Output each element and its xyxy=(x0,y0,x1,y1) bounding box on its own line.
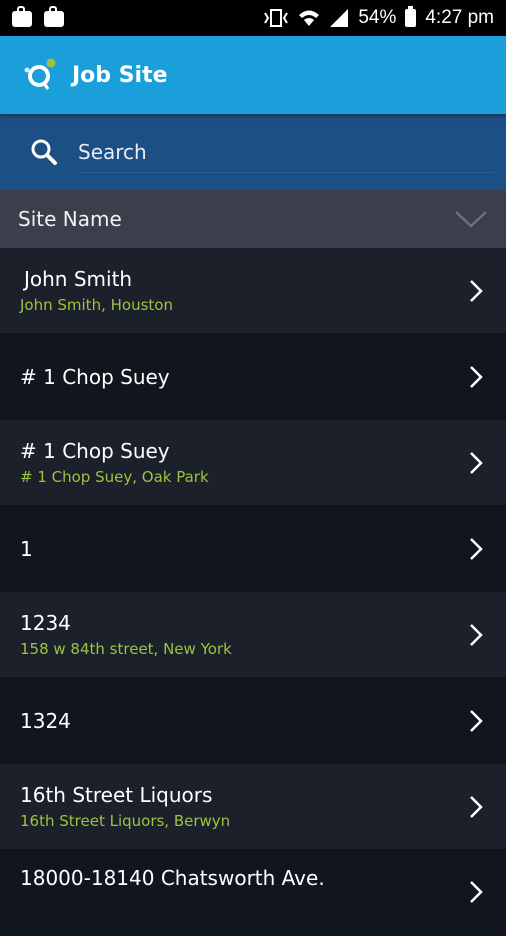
list-item[interactable]: 16th Street Liquors 16th Street Liquors,… xyxy=(0,764,506,850)
page-title: Job Site xyxy=(72,62,168,88)
list-item[interactable]: 1 xyxy=(0,506,506,592)
sort-bar[interactable]: Site Name xyxy=(0,190,506,248)
site-name: 1 xyxy=(20,536,33,561)
chevron-right-icon xyxy=(470,279,483,302)
notification-icons xyxy=(12,6,64,27)
site-address: 158 w 84th street, New York xyxy=(20,640,232,658)
search-input[interactable] xyxy=(78,131,494,173)
vibrate-icon xyxy=(264,9,289,27)
briefcase-icon xyxy=(12,6,32,27)
chevron-right-icon xyxy=(470,451,483,474)
site-name: 1324 xyxy=(20,708,71,733)
chevron-right-icon xyxy=(470,365,483,388)
status-bar: 54% 4:27 pm xyxy=(0,0,506,36)
list-item[interactable]: 18000-18140 Chatsworth Ave. xyxy=(0,850,506,936)
site-address: 16th Street Liquors, Berwyn xyxy=(20,812,231,830)
chevron-right-icon xyxy=(470,709,483,732)
site-name: 18000-18140 Chatsworth Ave. xyxy=(20,866,325,890)
list-item[interactable]: John Smith John Smith, Houston xyxy=(0,248,506,334)
wifi-icon xyxy=(299,10,320,26)
battery-icon xyxy=(405,6,417,27)
briefcase-icon xyxy=(44,6,64,27)
site-name: 1234 xyxy=(20,611,71,635)
sort-label: Site Name xyxy=(18,207,122,231)
chevron-right-icon xyxy=(470,623,483,646)
clock: 4:27 pm xyxy=(425,7,494,28)
site-name: John Smith xyxy=(24,267,133,291)
list-item[interactable]: # 1 Chop Suey xyxy=(0,334,506,420)
site-name: 16th Street Liquors xyxy=(20,783,213,807)
chevron-right-icon xyxy=(470,795,483,818)
list-item[interactable]: # 1 Chop Suey # 1 Chop Suey, Oak Park xyxy=(0,420,506,506)
chevron-down-icon[interactable] xyxy=(454,209,488,229)
site-name: # 1 Chop Suey xyxy=(20,439,170,463)
system-icons: 54% 4:27 pm xyxy=(263,6,494,29)
site-address: John Smith, Houston xyxy=(20,296,173,314)
site-address: # 1 Chop Suey, Oak Park xyxy=(20,468,209,486)
search-icon[interactable] xyxy=(30,138,58,166)
signal-icon xyxy=(330,9,349,27)
app-logo-icon[interactable] xyxy=(22,57,58,93)
site-list: John Smith John Smith, Houston # 1 Chop … xyxy=(0,248,506,936)
chevron-right-icon xyxy=(470,537,483,560)
chevron-right-icon xyxy=(470,881,483,903)
list-item[interactable]: 1234 158 w 84th street, New York xyxy=(0,592,506,678)
search-bar xyxy=(0,114,506,190)
site-name: # 1 Chop Suey xyxy=(20,364,170,389)
list-item[interactable]: 1324 xyxy=(0,678,506,764)
battery-percent: 54% xyxy=(358,7,397,28)
app-bar: Job Site xyxy=(0,36,506,114)
